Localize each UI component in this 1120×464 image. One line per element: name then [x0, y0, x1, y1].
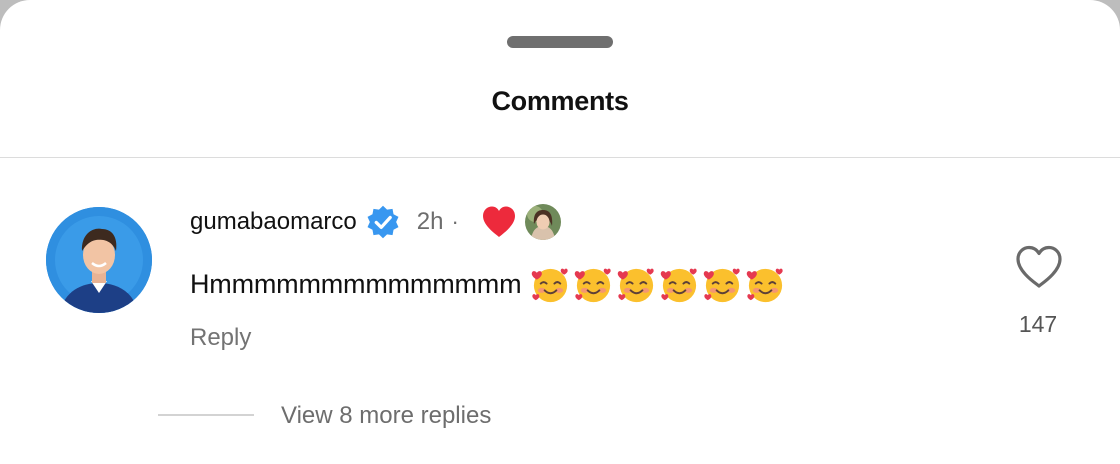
comment-emoji-group — [529, 263, 787, 306]
comment-body: Hmmmmmmmmmmmmmm — [190, 262, 787, 306]
comment-meta: gumabaomarco 2h · — [190, 202, 561, 242]
smiling-face-with-hearts-icon — [575, 268, 612, 302]
author-mini-avatar — [524, 204, 561, 240]
sheet-drag-handle[interactable] — [507, 36, 613, 48]
comment-text: Hmmmmmmmmmmmmmm — [190, 268, 522, 299]
header-divider — [0, 157, 1120, 158]
comment-username[interactable]: gumabaomarco — [190, 208, 357, 236]
meta-separator: · — [451, 209, 459, 234]
view-more-replies-button[interactable]: View 8 more replies — [281, 402, 491, 430]
smiling-face-with-hearts-icon — [704, 268, 741, 302]
avatar[interactable] — [46, 207, 152, 313]
comment-timestamp: 2h — [416, 208, 444, 235]
comments-sheet: Comments gumabaomarco 2h · Hmmmmmmmmmmmm… — [0, 0, 1120, 464]
like-count: 147 — [1018, 311, 1058, 337]
sheet-title: Comments — [491, 86, 629, 116]
smiling-face-with-hearts-icon — [618, 268, 655, 302]
author-liked-heart-icon — [482, 206, 515, 237]
smiling-face-with-hearts-icon — [747, 268, 784, 302]
reply-button[interactable]: Reply — [190, 324, 251, 352]
smiling-face-with-hearts-icon — [532, 268, 569, 302]
verified-badge-icon — [367, 205, 399, 239]
replies-indent-line — [158, 414, 254, 416]
like-heart-icon[interactable] — [1014, 244, 1064, 290]
smiling-face-with-hearts-icon — [661, 268, 698, 302]
